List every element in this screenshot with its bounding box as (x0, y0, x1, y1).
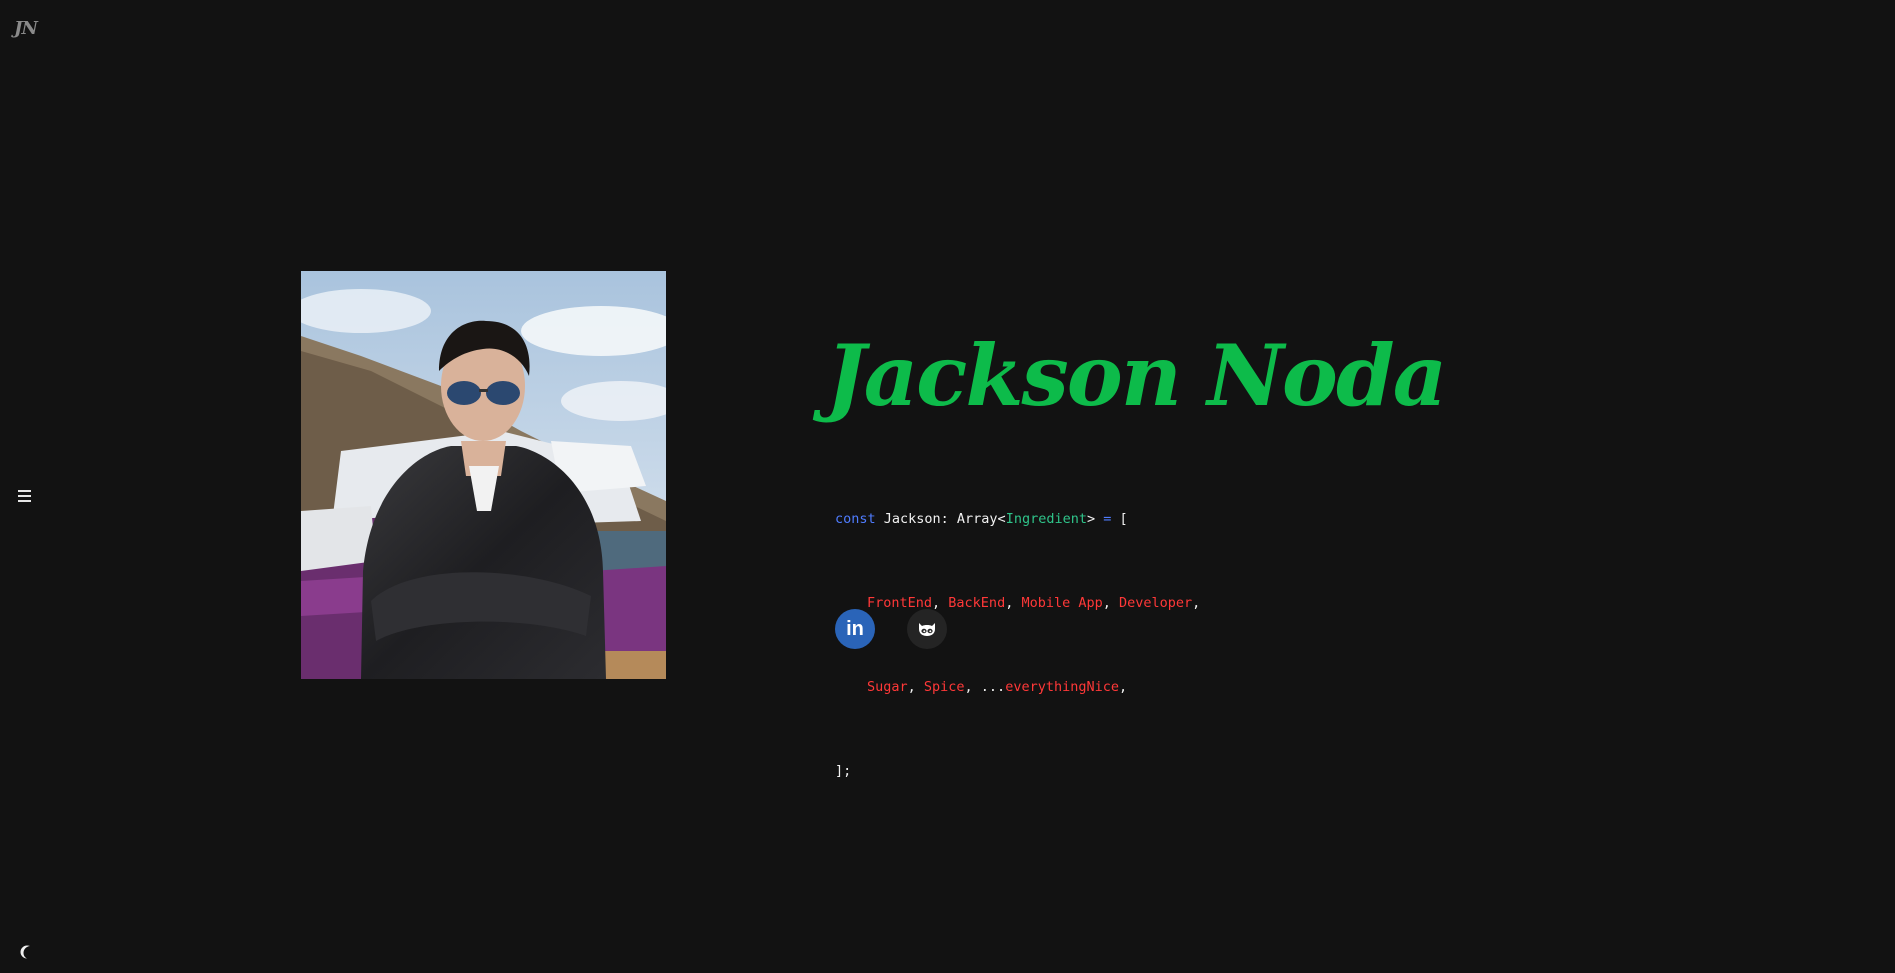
linkedin-button[interactable]: in (835, 609, 875, 649)
code-line-2: FrontEnd, BackEnd, Mobile App, Developer… (867, 595, 1201, 611)
menu-button[interactable] (18, 488, 38, 504)
linkedin-icon: in (846, 618, 864, 640)
menu-icon (18, 490, 31, 492)
name-text: Jackson Noda (812, 326, 1445, 425)
moon-icon (20, 945, 30, 959)
github-button[interactable] (907, 609, 947, 649)
profile-photo (301, 271, 666, 679)
name-heading: Jackson Noda (812, 300, 1447, 450)
site-logo[interactable]: JN (14, 16, 44, 42)
github-icon (919, 623, 935, 636)
page: JN Jackson Noda const Jackson: Array<Ing… (0, 0, 1895, 973)
code-line-1: const Jackson: Array<Ingredient> = [ (835, 511, 1128, 527)
code-line-4: ]; (835, 763, 852, 779)
code-block: const Jackson: Array<Ingredient> = [ Fro… (835, 449, 1200, 841)
code-line-3: Sugar, Spice, ...everythingNice, (867, 679, 1128, 695)
theme-toggle-button[interactable] (19, 944, 35, 960)
